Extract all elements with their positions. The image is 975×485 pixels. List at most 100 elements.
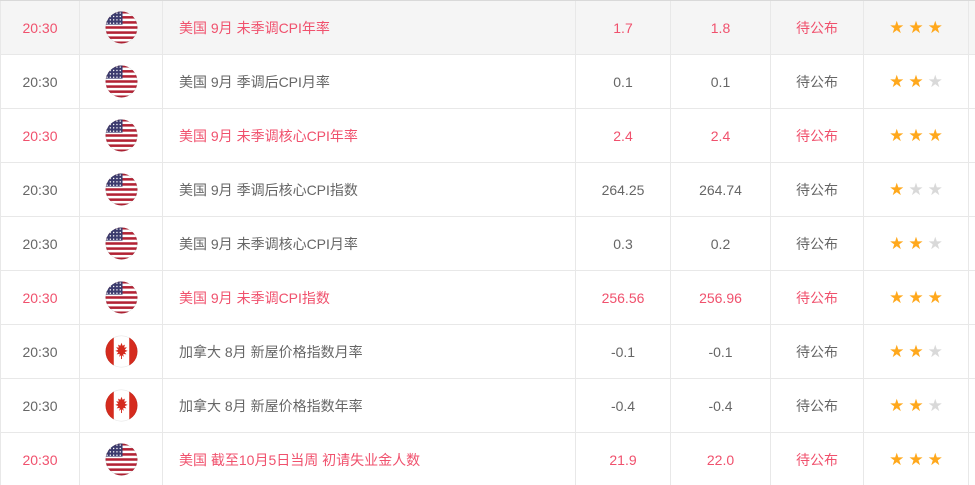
- table-row[interactable]: 20:30 加拿大 8月 新屋价格指数年率 -0.4 -0.4 待公布 ★ ★ ★: [0, 379, 975, 433]
- flag-slot: [105, 281, 138, 314]
- event-time: 20:30: [0, 379, 80, 432]
- previous-value: 264.25: [576, 163, 671, 216]
- country-flag-cell: [80, 271, 163, 324]
- flag-slot: [105, 227, 138, 260]
- country-flag-cell: [80, 109, 163, 162]
- canada-flag-icon: [105, 389, 137, 422]
- status-label: 待公布: [771, 271, 864, 324]
- us-flag-icon: [105, 119, 137, 152]
- event-time: 20:30: [0, 325, 80, 378]
- status-label: 待公布: [771, 325, 864, 378]
- star-icon: ★: [927, 180, 943, 199]
- star-icon: ★: [908, 18, 924, 37]
- table-row[interactable]: 20:30 美国 9月 未季调核心CPI月率 0.3 0.2 待公布 ★ ★ ★: [0, 217, 975, 271]
- previous-value: 1.7: [576, 1, 671, 54]
- row-filler: [969, 55, 975, 108]
- event-time: 20:30: [0, 109, 80, 162]
- importance-stars: ★ ★ ★: [864, 325, 969, 378]
- star-icon: ★: [908, 72, 924, 91]
- us-flag-icon: [105, 65, 137, 98]
- row-filler: [969, 109, 975, 162]
- forecast-value: 256.96: [671, 271, 771, 324]
- star-icon: ★: [927, 342, 943, 361]
- country-flag-cell: [80, 379, 163, 432]
- row-filler: [969, 325, 975, 378]
- us-flag-icon: [105, 173, 137, 206]
- star-icon: ★: [889, 288, 905, 307]
- event-title: 美国 9月 未季调CPI指数: [163, 271, 576, 324]
- row-filler: [969, 1, 975, 54]
- status-label: 待公布: [771, 1, 864, 54]
- forecast-value: 0.1: [671, 55, 771, 108]
- table-row[interactable]: 20:30 美国 9月 未季调CPI年率 1.7 1.8 待公布 ★ ★ ★: [0, 1, 975, 55]
- star-icon: ★: [889, 342, 905, 361]
- forecast-value: -0.1: [671, 325, 771, 378]
- star-icon: ★: [908, 396, 924, 415]
- previous-value: 0.3: [576, 217, 671, 270]
- star-icon: ★: [908, 126, 924, 145]
- status-label: 待公布: [771, 55, 864, 108]
- row-filler: [969, 163, 975, 216]
- flag-slot: [105, 443, 138, 476]
- star-icon: ★: [889, 180, 905, 199]
- status-label: 待公布: [771, 379, 864, 432]
- status-label: 待公布: [771, 109, 864, 162]
- event-title: 美国 9月 季调后核心CPI指数: [163, 163, 576, 216]
- star-icon: ★: [889, 450, 905, 469]
- row-filler: [969, 217, 975, 270]
- status-label: 待公布: [771, 433, 864, 485]
- table-row[interactable]: 20:30 美国 9月 未季调CPI指数 256.56 256.96 待公布 ★…: [0, 271, 975, 325]
- event-title: 美国 9月 未季调CPI年率: [163, 1, 576, 54]
- status-label: 待公布: [771, 217, 864, 270]
- table-row[interactable]: 20:30 美国 截至10月5日当周 初请失业金人数 21.9 22.0 待公布…: [0, 433, 975, 485]
- us-flag-icon: [105, 11, 137, 44]
- star-icon: ★: [889, 126, 905, 145]
- previous-value: 21.9: [576, 433, 671, 485]
- previous-value: -0.1: [576, 325, 671, 378]
- star-icon: ★: [908, 450, 924, 469]
- country-flag-cell: [80, 325, 163, 378]
- us-flag-icon: [105, 443, 137, 476]
- event-title: 美国 9月 未季调核心CPI年率: [163, 109, 576, 162]
- star-icon: ★: [927, 396, 943, 415]
- event-time: 20:30: [0, 217, 80, 270]
- importance-stars: ★ ★ ★: [864, 1, 969, 54]
- event-time: 20:30: [0, 433, 80, 485]
- star-icon: ★: [927, 234, 943, 253]
- flag-slot: [105, 389, 138, 422]
- star-icon: ★: [927, 18, 943, 37]
- event-title: 美国 截至10月5日当周 初请失业金人数: [163, 433, 576, 485]
- us-flag-icon: [105, 281, 137, 314]
- row-filler: [969, 271, 975, 324]
- star-icon: ★: [908, 180, 924, 199]
- country-flag-cell: [80, 163, 163, 216]
- star-icon: ★: [927, 288, 943, 307]
- forecast-value: 1.8: [671, 1, 771, 54]
- star-icon: ★: [908, 234, 924, 253]
- table-row[interactable]: 20:30 美国 9月 季调后核心CPI指数 264.25 264.74 待公布…: [0, 163, 975, 217]
- canada-flag-icon: [105, 335, 137, 368]
- flag-slot: [105, 173, 138, 206]
- importance-stars: ★ ★ ★: [864, 55, 969, 108]
- event-time: 20:30: [0, 271, 80, 324]
- table-row[interactable]: 20:30 美国 9月 季调后CPI月率 0.1 0.1 待公布 ★ ★ ★: [0, 55, 975, 109]
- event-time: 20:30: [0, 163, 80, 216]
- previous-value: -0.4: [576, 379, 671, 432]
- flag-slot: [105, 335, 138, 368]
- forecast-value: 22.0: [671, 433, 771, 485]
- table-row[interactable]: 20:30 美国 9月 未季调核心CPI年率 2.4 2.4 待公布 ★ ★ ★: [0, 109, 975, 163]
- country-flag-cell: [80, 217, 163, 270]
- previous-value: 256.56: [576, 271, 671, 324]
- country-flag-cell: [80, 433, 163, 485]
- flag-slot: [105, 65, 138, 98]
- forecast-value: 2.4: [671, 109, 771, 162]
- event-time: 20:30: [0, 55, 80, 108]
- flag-slot: [105, 119, 138, 152]
- star-icon: ★: [889, 396, 905, 415]
- event-time: 20:30: [0, 1, 80, 54]
- table-row[interactable]: 20:30 加拿大 8月 新屋价格指数月率 -0.1 -0.1 待公布 ★ ★ ★: [0, 325, 975, 379]
- row-filler: [969, 379, 975, 432]
- row-filler: [969, 433, 975, 485]
- star-icon: ★: [889, 18, 905, 37]
- economic-calendar-table: 20:30 美国 9月 未季调CPI年率 1.7 1.8 待公布 ★ ★ ★ 20:…: [0, 0, 975, 485]
